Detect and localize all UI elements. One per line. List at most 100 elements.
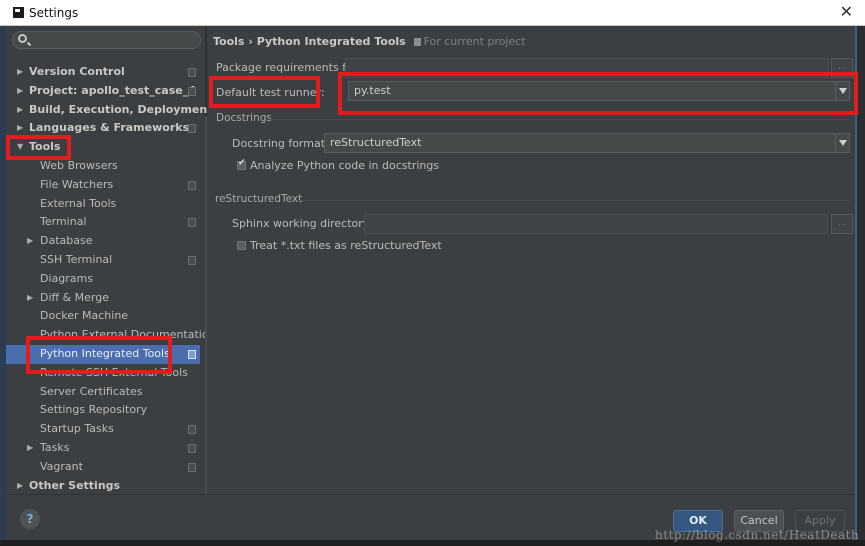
project-scope-icon xyxy=(188,255,196,265)
sidebar-item[interactable]: Python Integrated Tools xyxy=(6,344,200,364)
project-scope-icon xyxy=(413,38,421,46)
settings-content-panel: Tools › Python Integrated Tools For curr… xyxy=(207,26,855,494)
collapse-arrow-icon[interactable]: ▶ xyxy=(17,119,23,138)
sidebar-item-label: Diagrams xyxy=(40,271,93,285)
settings-search-input[interactable] xyxy=(12,31,201,49)
settings-sidebar: ▶ Version Control ▶ Project: apollo_test_ca… xyxy=(6,26,216,520)
sidebar-item[interactable]: File Watchers xyxy=(6,176,200,195)
analyze-docstrings-label[interactable]: Analyze Python code in docstrings xyxy=(250,159,439,172)
section-divider xyxy=(269,119,849,120)
project-scope-icon xyxy=(188,86,196,96)
expand-arrow-icon[interactable]: ▼ xyxy=(17,138,23,157)
sidebar-item-label: Vagrant xyxy=(40,459,83,473)
sidebar-item[interactable]: Web Browsers xyxy=(6,157,200,176)
analyze-docstrings-checkbox[interactable] xyxy=(237,158,246,170)
scope-indicator: For current project xyxy=(413,35,526,48)
sidebar-item-label: Database xyxy=(40,234,93,248)
sidebar-item-label: Tools xyxy=(29,140,61,154)
docstring-format-select[interactable]: reStructuredText xyxy=(324,133,850,153)
sidebar-item[interactable]: Python External Documentation xyxy=(6,326,216,345)
sidebar-item-label: Other Settings xyxy=(29,478,121,492)
collapse-arrow-icon[interactable]: ▶ xyxy=(17,82,23,101)
sidebar-item-label: Terminal xyxy=(40,215,87,229)
chevron-down-icon[interactable] xyxy=(835,81,849,101)
project-scope-icon xyxy=(188,349,196,359)
sidebar-item[interactable]: ▶ Other Settings xyxy=(6,477,200,496)
package-requirements-browse-button[interactable]: ... xyxy=(831,58,853,78)
sidebar-item[interactable]: SSH Terminal xyxy=(6,251,200,270)
project-scope-icon xyxy=(188,68,196,77)
sidebar-item[interactable]: Vagrant xyxy=(6,458,200,477)
help-button[interactable]: ? xyxy=(20,509,40,529)
sidebar-item-label: Remote SSH External Tools xyxy=(40,365,188,379)
project-scope-icon xyxy=(188,218,196,228)
sidebar-item[interactable]: Docker Machine xyxy=(6,307,200,326)
sidebar-item[interactable]: Settings Repository xyxy=(6,401,200,420)
sidebar-item[interactable]: Diagrams xyxy=(6,270,200,289)
sidebar-item-label: Docker Machine xyxy=(40,309,129,323)
sidebar-item[interactable]: ▼ Tools xyxy=(6,138,200,157)
sidebar-item-label: Languages & Frameworks xyxy=(29,121,190,135)
sidebar-item-label: SSH Terminal xyxy=(40,252,113,266)
pycharm-app-icon xyxy=(13,7,24,18)
title-bar: Settings ✕ xyxy=(0,0,865,26)
sidebar-item[interactable]: Server Certificates xyxy=(6,383,200,402)
project-scope-icon xyxy=(188,124,196,134)
sidebar-item[interactable]: ▶ Build, Execution, Deployment xyxy=(6,101,212,120)
collapse-arrow-icon[interactable]: ▶ xyxy=(27,289,33,308)
sidebar-item[interactable]: ▶ Diff & Merge xyxy=(6,289,200,308)
treat-txt-label[interactable]: Treat *.txt files as reStructuredText xyxy=(250,239,442,252)
chevron-down-icon[interactable] xyxy=(835,133,849,153)
search-icon xyxy=(18,34,27,43)
watermark: http://blog.csdn.net/HeatDeath xyxy=(655,528,860,542)
window-title: Settings xyxy=(29,6,79,20)
breadcrumb-current: Python Integrated Tools xyxy=(256,35,406,48)
project-scope-icon xyxy=(188,425,196,435)
sidebar-item[interactable]: ▶ Database xyxy=(6,232,200,251)
sidebar-item[interactable]: External Tools xyxy=(6,195,200,214)
sidebar-item-label: Project: apollo_test_case_4 xyxy=(29,83,196,97)
restructuredtext-section-title: reStructuredText xyxy=(215,193,303,205)
sidebar-item-label: Server Certificates xyxy=(40,384,143,398)
sidebar-item[interactable]: ▶ Version Control xyxy=(6,63,200,82)
package-requirements-field[interactable] xyxy=(345,58,829,78)
collapse-arrow-icon[interactable]: ▶ xyxy=(27,232,33,251)
collapse-arrow-icon[interactable]: ▶ xyxy=(27,439,33,458)
treat-txt-checkbox[interactable] xyxy=(237,241,246,250)
package-requirements-label: Package requirements file: xyxy=(216,61,363,74)
section-divider xyxy=(297,200,849,201)
sidebar-item-label: Version Control xyxy=(29,65,125,78)
sidebar-item-label: Python Integrated Tools xyxy=(40,346,170,360)
scope-text: For current project xyxy=(423,35,526,48)
breadcrumb-parent: Tools xyxy=(213,35,245,48)
breadcrumb-separator: › xyxy=(248,35,253,48)
sidebar-item-label: Startup Tasks xyxy=(40,422,114,436)
sidebar-item[interactable]: Startup Tasks xyxy=(6,420,200,439)
sidebar-item[interactable]: ▶ Tasks xyxy=(6,439,200,458)
collapse-arrow-icon[interactable]: ▶ xyxy=(17,101,23,120)
project-scope-icon xyxy=(188,180,196,190)
sidebar-item[interactable]: ▶ Languages & Frameworks xyxy=(6,119,200,138)
sphinx-directory-field[interactable] xyxy=(364,214,828,234)
default-test-runner-select[interactable]: py.test xyxy=(348,81,850,101)
sidebar-item-label: Python External Documentation xyxy=(40,328,216,342)
collapse-arrow-icon[interactable]: ▶ xyxy=(17,477,23,496)
settings-tree: ▶ Version Control ▶ Project: apollo_test_ca… xyxy=(6,63,216,496)
sidebar-item-label: External Tools xyxy=(40,196,117,210)
collapse-arrow-icon[interactable]: ▶ xyxy=(17,63,23,82)
sidebar-item[interactable]: Remote SSH External Tools xyxy=(6,364,200,383)
docstring-format-label: Docstring format: xyxy=(232,137,329,150)
project-scope-icon xyxy=(188,443,196,453)
docstring-format-value: reStructuredText xyxy=(330,136,422,149)
sidebar-item-label: File Watchers xyxy=(40,177,114,191)
sphinx-directory-browse-button[interactable]: ... xyxy=(831,214,853,234)
docstrings-section-title: Docstrings xyxy=(216,112,272,124)
sphinx-directory-label: Sphinx working directory: xyxy=(232,217,373,230)
sidebar-item[interactable]: ▶ Project: apollo_test_case_4 xyxy=(6,82,200,101)
sidebar-item[interactable]: Terminal xyxy=(6,213,200,232)
background-window-edge-right xyxy=(855,26,865,546)
default-test-runner-label: Default test runner: xyxy=(216,86,325,99)
sidebar-item-label: Tasks xyxy=(40,440,70,454)
close-icon[interactable]: ✕ xyxy=(840,3,853,21)
sidebar-item-label: Diff & Merge xyxy=(40,290,110,304)
